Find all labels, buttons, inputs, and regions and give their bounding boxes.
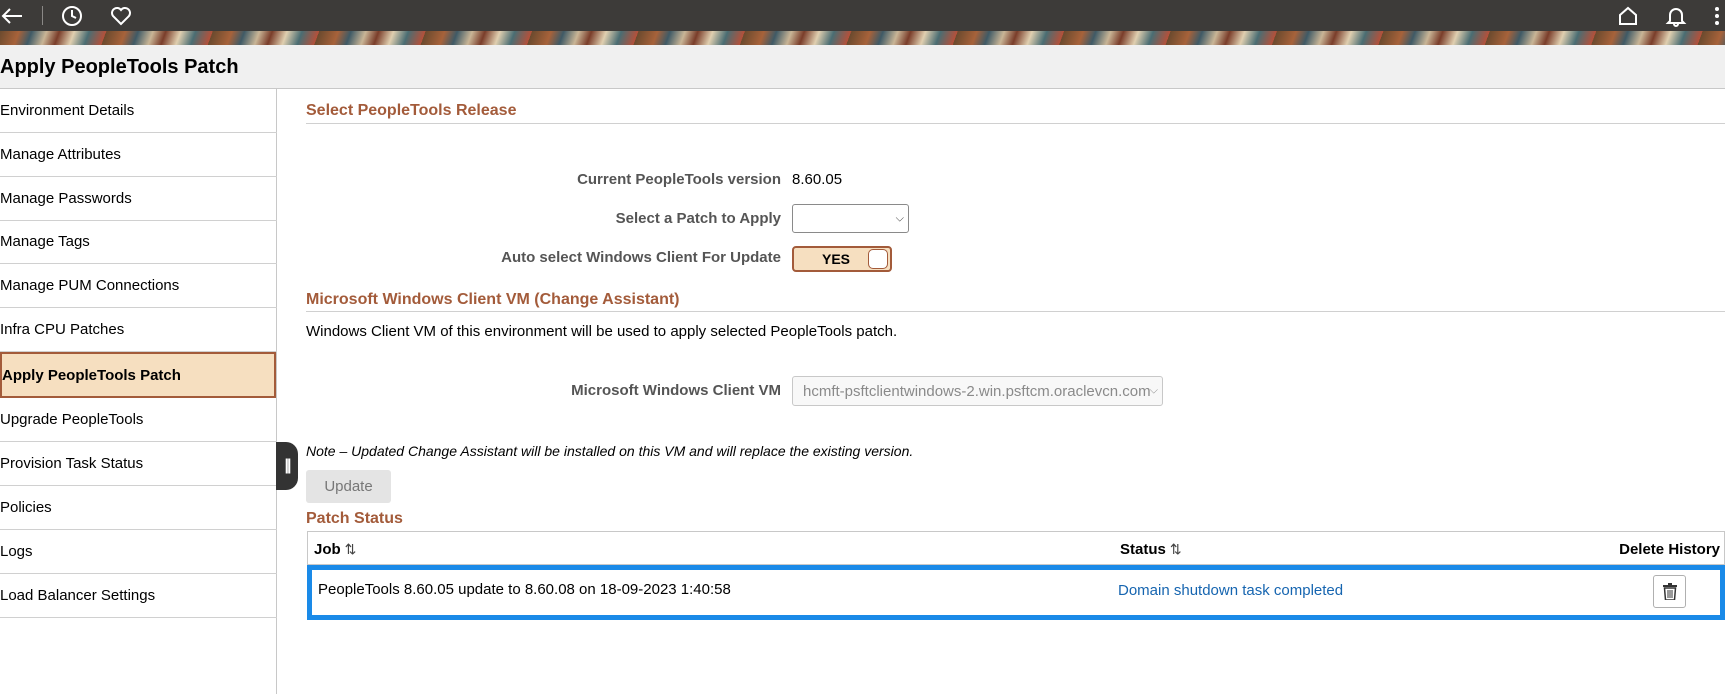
client-vm-select[interactable]: hcmft-psftclientwindows-2.win.psftcm.ora… <box>792 376 1163 406</box>
toggle-knob <box>868 249 888 269</box>
update-button[interactable]: Update <box>306 470 391 503</box>
column-header-status-label: Status <box>1120 541 1166 558</box>
change-assistant-note: Note – Updated Change Assistant will be … <box>306 443 914 459</box>
release-section-title: Select PeopleTools Release <box>306 102 517 119</box>
auto-select-label: Auto select Windows Client For Update <box>501 249 781 266</box>
more-vertical-icon[interactable] <box>1708 4 1725 28</box>
section-divider <box>306 123 1725 124</box>
bell-icon[interactable] <box>1664 4 1688 28</box>
sidebar-item-infra-cpu-patches[interactable]: Infra CPU Patches <box>0 308 277 352</box>
heart-icon[interactable] <box>109 4 133 28</box>
current-version-value: 8.60.05 <box>792 171 843 188</box>
auto-select-toggle[interactable]: YES <box>792 246 892 272</box>
clock-icon[interactable] <box>60 4 84 28</box>
job-cell: PeopleTools 8.60.05 update to 8.60.08 on… <box>318 581 731 598</box>
delete-history-button[interactable] <box>1653 575 1686 608</box>
back-arrow-icon[interactable] <box>0 4 24 28</box>
sidebar-item-environment-details[interactable]: Environment Details <box>0 89 277 133</box>
sort-arrows-icon[interactable]: ⇅ <box>345 541 357 557</box>
sort-arrows-icon[interactable]: ⇅ <box>1170 541 1182 557</box>
drag-handle-icon: || <box>284 457 292 474</box>
sidebar-item-manage-tags[interactable]: Manage Tags <box>0 220 277 264</box>
sidebar-item-manage-passwords[interactable]: Manage Passwords <box>0 177 277 221</box>
sidebar-item-logs[interactable]: Logs <box>0 530 277 574</box>
patch-select-label: Select a Patch to Apply <box>615 210 781 227</box>
sidebar-item-policies[interactable]: Policies <box>0 486 277 530</box>
page-title: Apply PeopleTools Patch <box>0 56 239 78</box>
home-icon[interactable] <box>1616 4 1640 28</box>
top-navigation-bar <box>0 0 1725 31</box>
patch-status-section-title: Patch Status <box>306 510 403 527</box>
column-header-delete-history: Delete History <box>1619 541 1720 558</box>
toolbar-divider <box>42 6 43 25</box>
current-version-label: Current PeopleTools version <box>577 171 781 188</box>
trash-icon <box>1662 583 1677 600</box>
chevron-down-icon: ⌵ <box>895 212 904 224</box>
sidebar-item-manage-attributes[interactable]: Manage Attributes <box>0 133 277 177</box>
column-header-job[interactable]: Job ⇅ <box>314 541 356 558</box>
patch-status-table-header: Job ⇅ Status ⇅ Delete History <box>307 531 1725 565</box>
status-link[interactable]: Domain shutdown task completed <box>1118 582 1343 599</box>
sidebar-item-provision-task-status[interactable]: Provision Task Status <box>0 442 277 486</box>
client-vm-section-title: Microsoft Windows Client VM (Change Assi… <box>306 291 680 308</box>
column-header-status[interactable]: Status ⇅ <box>1120 541 1182 558</box>
toggle-state-label: YES <box>822 251 851 267</box>
client-vm-description: Windows Client VM of this environment wi… <box>306 323 898 340</box>
sidebar-item-apply-peopletools-patch[interactable]: Apply PeopleTools Patch <box>0 352 276 398</box>
sidebar-item-manage-pum-connections[interactable]: Manage PUM Connections <box>0 264 277 308</box>
sidebar-navigation: Environment Details Manage Attributes Ma… <box>0 89 277 694</box>
page-header: Apply PeopleTools Patch <box>0 45 1725 89</box>
sidebar-collapse-handle[interactable]: || <box>276 442 298 490</box>
sidebar-item-load-balancer-settings[interactable]: Load Balancer Settings <box>0 574 277 618</box>
client-vm-label: Microsoft Windows Client VM <box>571 382 781 399</box>
column-header-job-label: Job <box>314 541 341 558</box>
table-row: PeopleTools 8.60.05 update to 8.60.08 on… <box>307 565 1725 620</box>
client-vm-select-value: hcmft-psftclientwindows-2.win.psftcm.ora… <box>803 382 1151 400</box>
chevron-down-icon: ⌵ <box>1149 384 1158 397</box>
decorative-banner <box>0 31 1725 45</box>
section-divider <box>306 311 1725 312</box>
patch-select[interactable]: ⌵ <box>792 204 909 233</box>
sidebar-item-upgrade-peopletools[interactable]: Upgrade PeopleTools <box>0 398 277 442</box>
